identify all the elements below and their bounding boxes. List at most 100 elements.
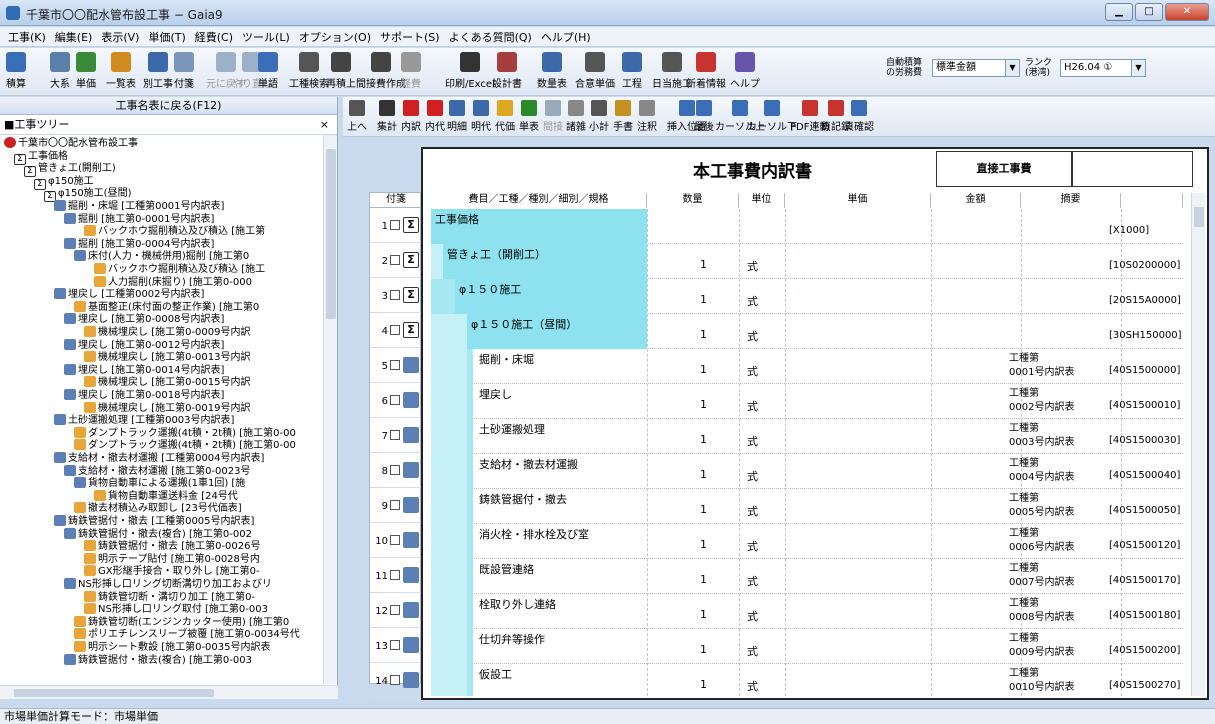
tree-node[interactable]: 支給材・撤去材運搬 [工種第0004号内訳表] — [54, 452, 264, 465]
doc-toolbar-button[interactable]: 間接 — [543, 99, 563, 135]
tree-node[interactable]: 人力掘削(床掘り) [施工第0-000 — [94, 275, 252, 289]
doc-toolbar-button[interactable]: 明細 — [447, 99, 467, 135]
close-button[interactable]: ✕ — [1165, 3, 1209, 21]
toolbar-indirect-button[interactable]: 間接費作成 — [356, 50, 406, 94]
doc-toolbar-button[interactable]: 最後 — [694, 99, 714, 135]
tree-node[interactable]: ダンプトラック運搬(4t積・2t積) [施工第0-00 — [74, 439, 296, 452]
tree-node[interactable]: 埋戻し [施工第0-0018号内訳表] — [64, 389, 224, 402]
toolbar-agreed-price-button[interactable]: 合意単価 — [575, 50, 615, 94]
doc-toolbar-button[interactable]: 明代 — [471, 99, 491, 135]
doc-toolbar-button[interactable]: 頁確認 — [844, 99, 874, 135]
tree-node[interactable]: 明示シート敷設 [施工第0-0035号内訳表 — [74, 641, 271, 654]
toolbar-keihi-button[interactable]: 経費 — [401, 50, 421, 94]
row-checkbox[interactable] — [390, 640, 400, 650]
row-checkbox[interactable] — [390, 255, 400, 265]
menu-tanka[interactable]: 単価(T) — [148, 29, 185, 45]
folder-icon[interactable] — [403, 672, 419, 688]
document-row[interactable]: 消火栓・排水栓及び室 1 式 工種第 0006号内訳表 [40S1500120] — [431, 524, 1183, 559]
back-to-list-button[interactable]: 工事名表に戻る(F12) — [0, 97, 337, 115]
folder-icon[interactable] — [403, 602, 419, 618]
folder-icon[interactable] — [403, 532, 419, 548]
tree-node[interactable]: 埋戻し [施工第0-0008号内訳表] — [64, 313, 224, 326]
toolbar-unit-price-button[interactable]: 単価 — [76, 50, 96, 94]
toolbar-recalc-button[interactable]: 再積上 — [326, 50, 356, 94]
document-row[interactable]: 掘削・床堀 1 式 工種第 0001号内訳表 [40S1500000] — [431, 349, 1183, 384]
tree-node[interactable]: 鋳鉄管切断・溝切り加工 [施工第0- — [84, 590, 255, 604]
menu-help[interactable]: ヘルプ(H) — [541, 29, 591, 45]
chevron-down-icon[interactable]: ▼ — [1131, 60, 1145, 76]
toolbar-fusen-button[interactable]: 付箋 — [174, 50, 194, 94]
doc-toolbar-button[interactable]: 集計 — [377, 99, 397, 135]
labor-cost-select[interactable]: 標準金額 ▼ — [932, 59, 1020, 77]
menu-keihi[interactable]: 経費(C) — [195, 29, 233, 45]
tree-node[interactable]: バックホウ掘削積込及び積込 [施工第 — [84, 225, 265, 238]
tree-node[interactable]: 掘削 [施工第0-0001号内訳表] — [64, 212, 214, 226]
tree-node[interactable]: 埋戻し [工種第0002号内訳表] — [54, 288, 204, 301]
folder-icon[interactable] — [403, 392, 419, 408]
document-row[interactable]: 支給材・撤去材運搬 1 式 工種第 0004号内訳表 [40S1500040] — [431, 454, 1183, 489]
tree-node[interactable]: 埋戻し [施工第0-0014号内訳表] — [64, 363, 224, 377]
tree-node[interactable]: 鋳鉄管据付・撤去(複合) [施工第0-002 — [64, 527, 252, 541]
document-row[interactable]: 土砂運搬処理 1 式 工種第 0003号内訳表 [40S1500030] — [431, 419, 1183, 454]
sigma-icon[interactable]: Σ — [403, 287, 419, 303]
row-checkbox[interactable] — [390, 360, 400, 370]
menu-koji[interactable]: 工事(K) — [8, 29, 46, 45]
document-row[interactable]: 栓取り外し連絡 1 式 工種第 0008号内訳表 [40S1500180] — [431, 594, 1183, 629]
tree-node[interactable]: 機械埋戻し [施工第0-0013号内訳 — [84, 351, 251, 364]
tree-node[interactable]: GX形継手接合・取り外し [施工第0- — [84, 565, 260, 578]
doc-toolbar-button[interactable]: 内訳 — [401, 99, 421, 135]
toolbar-help-button[interactable]: ヘルプ — [730, 50, 760, 94]
toolbar-tango-button[interactable]: 単語 — [258, 50, 278, 94]
tree-node[interactable]: 鋳鉄管据付・撤去 [施工第0-0026号 — [84, 540, 261, 553]
tree-node[interactable]: 貨物自動車運送料金 [24号代 — [94, 489, 238, 503]
tree-node[interactable]: 千葉市〇〇配水管布設工事 — [4, 137, 138, 150]
row-checkbox[interactable] — [390, 570, 400, 580]
row-checkbox[interactable] — [390, 290, 400, 300]
doc-toolbar-button[interactable]: 諸雑 — [566, 99, 586, 135]
row-checkbox[interactable] — [390, 535, 400, 545]
tree-node[interactable]: ダンプトラック運搬(4t積・2t積) [施工第0-00 — [74, 426, 296, 440]
tree-node[interactable]: Σ 工事価格 — [14, 150, 68, 165]
toolbar-estimate-button[interactable]: 積算 — [6, 50, 26, 94]
folder-icon[interactable] — [403, 357, 419, 373]
row-checkbox[interactable] — [390, 605, 400, 615]
sigma-icon[interactable]: Σ — [403, 252, 419, 268]
menu-edit[interactable]: 編集(E) — [55, 29, 93, 45]
tree-node[interactable]: 撤去材積込み取卸し [23号代価表] — [74, 502, 242, 515]
tree-vertical-scrollbar[interactable] — [323, 135, 337, 684]
tree-node[interactable]: 鋳鉄管据付・撤去(複合) [施工第0-003 — [64, 653, 252, 667]
menu-options[interactable]: オプション(O) — [299, 29, 371, 45]
tree-node[interactable]: 機械埋戻し [施工第0-0015号内訳 — [84, 376, 251, 389]
document-row[interactable]: 鋳鉄管据付・撤去 1 式 工種第 0005号内訳表 [40S1500050] — [431, 489, 1183, 524]
row-checkbox[interactable] — [390, 430, 400, 440]
tree-node[interactable]: Σ 管きょ工(開削工) — [24, 162, 116, 178]
chevron-down-icon[interactable]: ▼ — [1005, 60, 1019, 76]
tree-node[interactable]: Σφ150施工 — [34, 175, 94, 190]
row-checkbox[interactable] — [390, 465, 400, 475]
document-row[interactable]: φ１５０施工 1 式 [20S15A0000] — [431, 279, 1183, 314]
tree-node[interactable]: 機械埋戻し [施工第0-0009号内訳 — [84, 326, 251, 339]
sigma-icon[interactable]: Σ — [403, 217, 419, 233]
folder-icon[interactable] — [403, 427, 419, 443]
row-checkbox[interactable] — [390, 675, 400, 685]
toolbar-print-excel-button[interactable]: 印刷/Excel — [445, 50, 495, 94]
toolbar-betsu-koji-button[interactable]: 別工事 — [143, 50, 173, 94]
doc-toolbar-button[interactable]: 小計 — [589, 99, 609, 135]
document-row[interactable]: φ１５０施工（昼間） 1 式 [30SH150000] — [431, 314, 1183, 349]
minimize-button[interactable]: ▁ — [1105, 3, 1133, 21]
tree-node[interactable]: 明示テープ貼付 [施工第0-0028号内 — [84, 552, 260, 566]
row-checkbox[interactable] — [390, 395, 400, 405]
menu-support[interactable]: サポート(S) — [380, 29, 440, 45]
toolbar-quantity-button[interactable]: 数量表 — [537, 50, 567, 94]
folder-icon[interactable] — [403, 497, 419, 513]
document-scroll-thumb[interactable] — [1194, 207, 1204, 227]
doc-toolbar-button[interactable]: 注釈 — [637, 99, 657, 135]
tree-node[interactable]: 土砂運搬処理 [工種第0003号内訳表] — [54, 414, 234, 427]
doc-toolbar-button[interactable]: 内代 — [425, 99, 445, 135]
toolbar-taikei-button[interactable]: 大系 — [50, 50, 70, 94]
document-row[interactable]: 埋戻し 1 式 工種第 0002号内訳表 [40S1500010] — [431, 384, 1183, 419]
row-checkbox[interactable] — [390, 220, 400, 230]
tree-node[interactable]: NS形挿し口リング切断溝切り加工およびリ — [64, 578, 272, 591]
doc-toolbar-button[interactable]: 単表 — [519, 99, 539, 135]
tree-node[interactable]: 機械埋戻し [施工第0-0019号内訳 — [84, 401, 251, 415]
